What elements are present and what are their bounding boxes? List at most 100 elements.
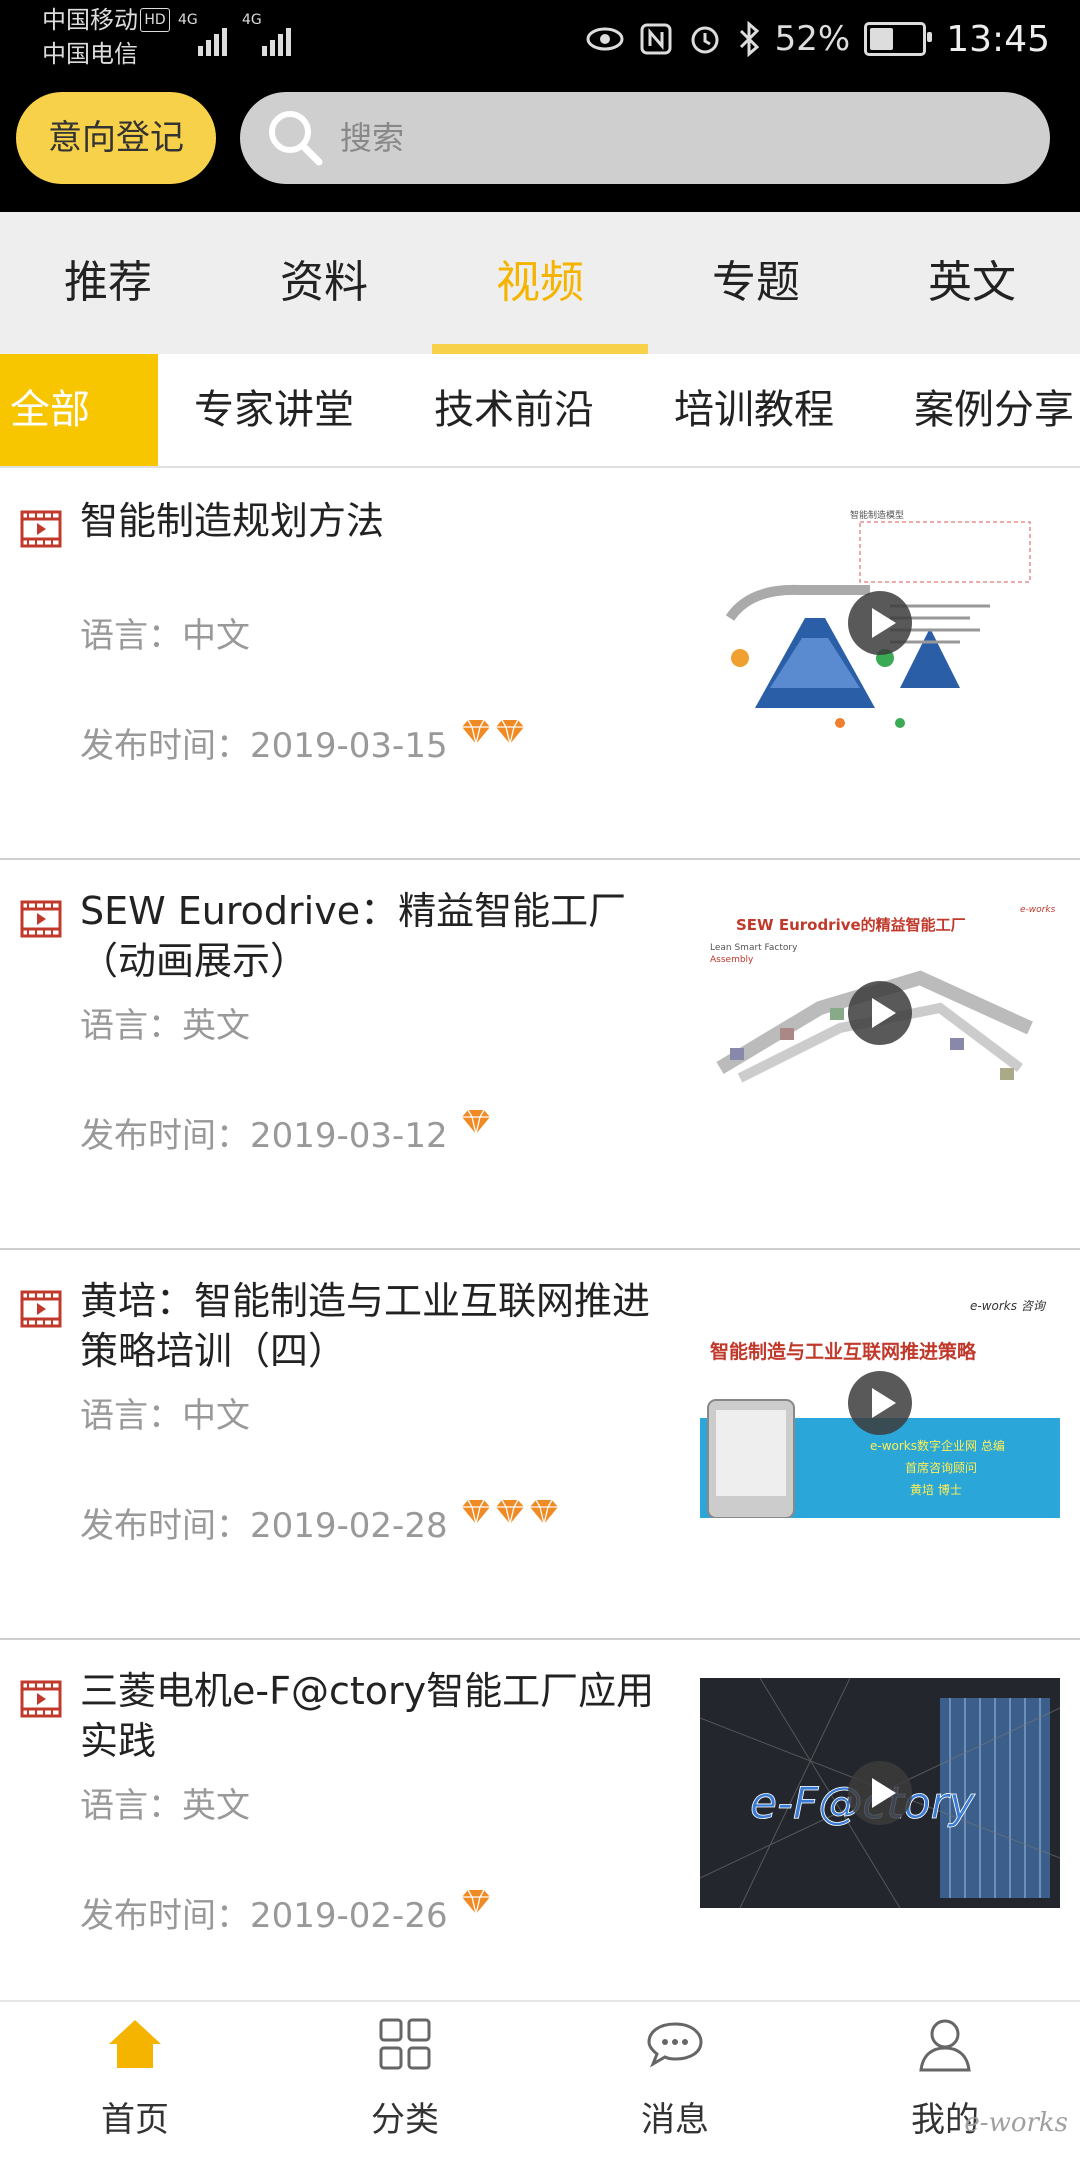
top-bar: 意向登记 搜索 — [0, 84, 1080, 212]
thumb-text: Assembly — [710, 955, 754, 965]
play-icon[interactable] — [848, 1761, 912, 1825]
search-input[interactable]: 搜索 — [240, 92, 1050, 184]
grid-icon — [379, 2018, 431, 2070]
diamond-icon — [496, 719, 524, 745]
video-icon — [20, 1680, 62, 1718]
carrier-name-2: 中国电信 — [42, 40, 138, 68]
thumb-text: 智能制造模型 — [850, 509, 904, 521]
video-thumbnail[interactable]: e-works 咨询 智能制造与工业互联网推进策略 e-works数字企业网 总… — [700, 1288, 1060, 1518]
subtab-training[interactable]: 培训教程 — [674, 354, 834, 466]
video-thumbnail[interactable]: 智能制造模型 — [700, 508, 1060, 738]
sub-tabs: 全部 专家讲堂 技术前沿 培训教程 案例分享 — [0, 354, 1080, 468]
item-language: 语言：中文 — [80, 1396, 250, 1436]
item-title: 黄培：智能制造与工业互联网推进策略培训（四） — [80, 1279, 651, 1373]
eye-icon — [586, 27, 624, 51]
tab-label: 专题 — [712, 257, 800, 308]
nav-label: 首页 — [101, 2100, 169, 2140]
nav-label: 分类 — [371, 2100, 439, 2140]
battery-percent: 52% — [774, 19, 851, 59]
network-type-2: 4G — [242, 12, 262, 28]
list-item[interactable]: 三菱电机e-F@ctory智能工厂应用实践 语言：英文 发布时间：2019-02… — [0, 1638, 1080, 2030]
video-icon — [20, 1290, 62, 1328]
battery-icon — [864, 22, 933, 56]
bluetooth-icon — [739, 21, 759, 57]
nav-home[interactable]: 首页 — [0, 2002, 270, 2162]
active-tab-indicator — [432, 344, 648, 354]
item-rating — [460, 1888, 492, 1916]
diamond-icon — [462, 719, 490, 745]
signal-icon-2: 4G — [242, 12, 300, 56]
diamond-icon — [496, 1499, 524, 1525]
video-thumbnail[interactable]: SEW Eurodrive的精益智能工厂 e-works Lean Smart … — [700, 898, 1060, 1128]
nav-messages[interactable]: 消息 — [540, 2002, 810, 2162]
item-date: 发布时间：2019-02-28 — [80, 1506, 448, 1546]
nav-label: 消息 — [641, 2100, 709, 2140]
tab-video[interactable]: 视频 — [432, 212, 648, 354]
network-type-1: 4G — [178, 12, 198, 28]
thumb-text: e-works数字企业网 总编 — [870, 1438, 1005, 1453]
tab-topics[interactable]: 专题 — [648, 212, 864, 354]
alarm-icon — [691, 26, 719, 54]
subtab-all[interactable]: 全部 — [0, 354, 158, 466]
bottom-nav: 首页 分类 消息 我的 — [0, 2000, 1080, 2162]
tab-label: 英文 — [928, 257, 1016, 308]
thumb-text: Lean Smart Factory — [710, 943, 798, 953]
diamond-icon — [462, 1499, 490, 1525]
item-rating — [460, 1498, 560, 1526]
item-date: 发布时间：2019-03-15 — [80, 726, 448, 766]
video-icon — [20, 900, 62, 938]
thumb-text: 智能制造与工业互联网推进策略 — [710, 1340, 977, 1363]
subtab-case-share[interactable]: 案例分享 — [914, 354, 1074, 466]
list-item[interactable]: 智能制造规划方法 语言：中文 发布时间：2019-03-15 智能制造模型 — [0, 468, 1080, 860]
play-icon[interactable] — [848, 591, 912, 655]
subtab-expert-lecture[interactable]: 专家讲堂 — [194, 354, 354, 466]
hd-badge: HD — [140, 8, 170, 32]
item-title: 三菱电机e-F@ctory智能工厂应用实践 — [80, 1669, 655, 1763]
item-rating — [460, 1108, 492, 1136]
play-icon[interactable] — [848, 981, 912, 1045]
item-language: 语言：英文 — [80, 1006, 250, 1046]
thumb-logo: e-works 咨询 — [970, 1299, 1047, 1313]
carrier-name-1: 中国移动 — [42, 6, 138, 34]
item-title: 智能制造规划方法 — [80, 499, 385, 543]
thumb-text: SEW Eurodrive的精益智能工厂 — [736, 916, 966, 934]
nav-mine[interactable]: 我的 — [810, 2002, 1080, 2162]
signal-icon-1: 4G — [178, 12, 236, 56]
clock: 13:45 — [946, 18, 1050, 60]
main-tabs: 推荐 资料 视频 专题 英文 — [0, 212, 1080, 354]
nav-category[interactable]: 分类 — [270, 2002, 540, 2162]
item-language: 语言：英文 — [80, 1786, 250, 1826]
item-title: SEW Eurodrive：精益智能工厂（动画展示） — [80, 889, 627, 983]
tab-recommend[interactable]: 推荐 — [0, 212, 216, 354]
tab-label: 推荐 — [64, 257, 152, 308]
list-item[interactable]: SEW Eurodrive：精益智能工厂（动画展示） 语言：英文 发布时间：20… — [0, 858, 1080, 1250]
item-date: 发布时间：2019-02-26 — [80, 1896, 448, 1936]
register-intent-button[interactable]: 意向登记 — [16, 92, 216, 184]
tab-label: 视频 — [496, 257, 584, 308]
item-date: 发布时间：2019-03-12 — [80, 1116, 448, 1156]
diamond-icon — [462, 1889, 490, 1915]
video-icon — [20, 510, 62, 548]
thumb-logo: e-works — [1020, 905, 1056, 915]
message-icon — [647, 2022, 703, 2068]
home-icon — [109, 2020, 161, 2068]
tab-english[interactable]: 英文 — [864, 212, 1080, 354]
tab-label: 资料 — [280, 257, 368, 308]
video-thumbnail[interactable]: e-F@ctory — [700, 1678, 1060, 1908]
list-item[interactable]: 黄培：智能制造与工业互联网推进策略培训（四） 语言：中文 发布时间：2019-0… — [0, 1248, 1080, 1640]
thumb-text: 首席咨询顾问 — [905, 1460, 977, 1475]
user-icon — [919, 2019, 971, 2072]
item-language: 语言：中文 — [80, 616, 250, 656]
subtab-tech-frontier[interactable]: 技术前沿 — [434, 354, 594, 466]
search-icon — [269, 111, 323, 166]
status-bar: 中国移动 HD 中国电信 4G 4G 52% 13:45 — [0, 0, 1080, 84]
nfc-icon — [640, 23, 672, 55]
diamond-icon — [530, 1499, 558, 1525]
thumb-text: 黄培 博士 — [910, 1482, 962, 1497]
watermark: e-works — [964, 2108, 1068, 2138]
search-placeholder: 搜索 — [340, 119, 405, 157]
item-rating — [460, 718, 526, 746]
diamond-icon — [462, 1109, 490, 1135]
tab-materials[interactable]: 资料 — [216, 212, 432, 354]
play-icon[interactable] — [848, 1371, 912, 1435]
